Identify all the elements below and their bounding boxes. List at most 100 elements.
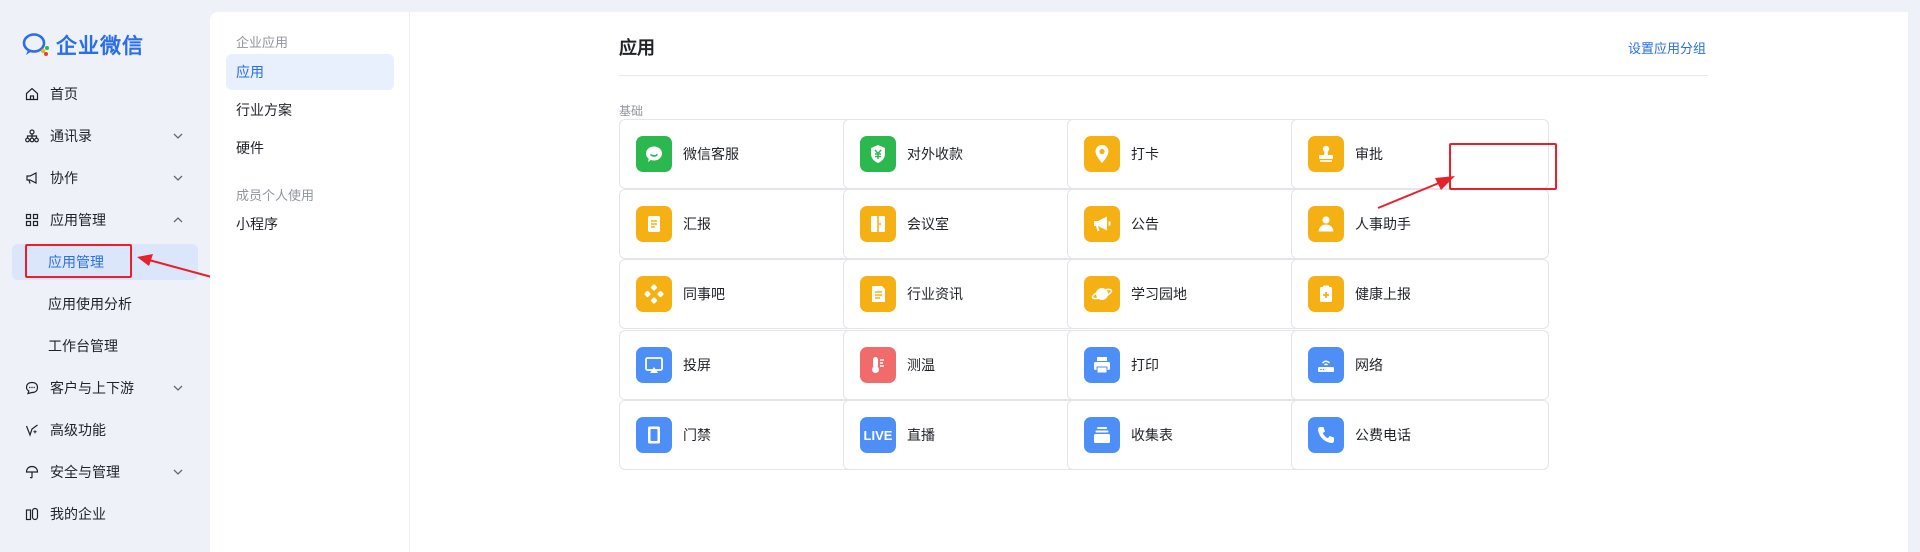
network-icon: [636, 276, 672, 312]
sidebar-item-my-company[interactable]: 我的企业: [12, 496, 198, 532]
app-card[interactable]: 打印: [1067, 330, 1325, 400]
sidebar-item-label: 通讯录: [50, 129, 92, 145]
sidebar-item-label: 安全与管理: [50, 465, 120, 481]
chevron-down-icon[interactable]: [172, 172, 184, 184]
panel-item-mini-programs[interactable]: 小程序: [226, 206, 394, 242]
app-name: 审批: [1355, 147, 1383, 163]
app-card[interactable]: 公费电话: [1291, 400, 1549, 470]
divider: [619, 75, 1708, 76]
sidebar: 企业微信 首页 通讯录 协作 应用管理 应用管理 应用使用分析 工作台管理 客户…: [0, 0, 220, 552]
stamp-icon: [1308, 136, 1344, 172]
location-pin-icon: [1084, 136, 1120, 172]
annotation-highlight-box: [25, 244, 132, 278]
app-name: 汇报: [683, 217, 711, 233]
chevron-up-icon[interactable]: [172, 214, 184, 226]
chevron-down-icon[interactable]: [172, 382, 184, 394]
printer-icon: [1084, 347, 1120, 383]
building-icon: [24, 506, 40, 522]
scrollbar-track[interactable]: [1908, 0, 1920, 552]
app-name: 投屏: [683, 358, 711, 374]
panel-item-label: 行业方案: [236, 103, 292, 119]
logo[interactable]: 企业微信: [22, 30, 144, 60]
sidebar-item-app-management[interactable]: 应用管理: [12, 202, 198, 238]
app-card[interactable]: 收集表: [1067, 400, 1325, 470]
sidebar-item-advanced[interactable]: 高级功能: [12, 412, 198, 448]
app-name: 健康上报: [1355, 287, 1411, 303]
door-icon: [860, 206, 896, 242]
app-name: 微信客服: [683, 147, 739, 163]
sidebar-item-label: 客户与上下游: [50, 381, 134, 397]
screencast-icon: [636, 347, 672, 383]
panel-group-label: 成员个人使用: [236, 189, 315, 204]
wechat-service-icon: [636, 136, 672, 172]
sidebar-subitem-workbench-management[interactable]: 工作台管理: [12, 328, 198, 364]
annotation-arrow: [137, 254, 220, 280]
app-card[interactable]: 微信客服: [619, 119, 877, 189]
app-name: 行业资讯: [907, 287, 963, 303]
app-name: 对外收款: [907, 147, 963, 163]
app-name: 会议室: [907, 217, 949, 233]
app-name: 打卡: [1131, 147, 1159, 163]
set-app-group-link[interactable]: 设置应用分组: [1628, 38, 1706, 57]
grid-icon: [24, 212, 40, 228]
health-clipboard-icon: [1308, 276, 1344, 312]
app-card[interactable]: 学习园地: [1067, 259, 1325, 329]
app-card[interactable]: 打卡: [1067, 119, 1325, 189]
annotation-highlight-box: [1449, 143, 1557, 190]
app-card[interactable]: 健康上报: [1291, 259, 1549, 329]
sidebar-item-collaboration[interactable]: 协作: [12, 160, 198, 196]
app-card[interactable]: 门禁: [619, 400, 877, 470]
sparkle-icon: [24, 422, 40, 438]
live-icon: LIVE: [860, 417, 896, 453]
sidebar-subitem-label: 应用使用分析: [48, 297, 132, 313]
megaphone-icon: [24, 170, 40, 186]
sidebar-item-home[interactable]: 首页: [12, 76, 198, 112]
sidebar-item-label: 我的企业: [50, 507, 106, 523]
sidebar-subitem-label: 工作台管理: [48, 339, 118, 355]
app-card[interactable]: 公告: [1067, 189, 1325, 259]
megaphone-icon: [1084, 206, 1120, 242]
app-name: 直播: [907, 428, 935, 444]
app-card[interactable]: 汇报: [619, 189, 877, 259]
app-card[interactable]: LIVE 直播: [843, 400, 1101, 470]
app-name: 同事吧: [683, 287, 725, 303]
app-name: 学习园地: [1131, 287, 1187, 303]
panel-item-label: 硬件: [236, 141, 264, 157]
report-icon: [636, 206, 672, 242]
sidebar-item-label: 协作: [50, 171, 78, 187]
router-icon: [1308, 347, 1344, 383]
org-chart-icon: [24, 128, 40, 144]
news-icon: [860, 276, 896, 312]
chevron-down-icon[interactable]: [172, 130, 184, 142]
app-card[interactable]: 行业资讯: [843, 259, 1101, 329]
app-card[interactable]: 网络: [1291, 330, 1549, 400]
app-name: 打印: [1131, 358, 1159, 374]
app-card[interactable]: 会议室: [843, 189, 1101, 259]
phone-icon: [1308, 417, 1344, 453]
brand-name: 企业微信: [56, 34, 144, 58]
sidebar-subitem-app-usage-analysis[interactable]: 应用使用分析: [12, 286, 198, 322]
sidebar-item-contacts[interactable]: 通讯录: [12, 118, 198, 154]
app-card[interactable]: 投屏: [619, 330, 877, 400]
panel-item-industry-solutions[interactable]: 行业方案: [226, 92, 394, 128]
app-card[interactable]: 同事吧: [619, 259, 877, 329]
sidebar-item-security[interactable]: 安全与管理: [12, 454, 198, 490]
thermometer-icon: [860, 347, 896, 383]
app-card[interactable]: 对外收款: [843, 119, 1101, 189]
wecom-logo-icon: [22, 32, 50, 58]
panel-group-label: 企业应用: [236, 36, 289, 51]
svg-text:LIVE: LIVE: [864, 428, 893, 442]
chat-bubble-icon: [24, 380, 40, 396]
panel-item-apps[interactable]: 应用: [226, 54, 394, 90]
app-name: 测温: [907, 358, 935, 374]
person-icon: [1308, 206, 1344, 242]
page-title: 应用: [619, 38, 655, 59]
chevron-down-icon[interactable]: [172, 466, 184, 478]
tray-icon: [1084, 417, 1120, 453]
planet-icon: [1084, 276, 1120, 312]
app-card[interactable]: 测温: [843, 330, 1101, 400]
annotation-arrow: [1377, 176, 1455, 209]
sidebar-item-customers[interactable]: 客户与上下游: [12, 370, 198, 406]
panel-item-hardware[interactable]: 硬件: [226, 130, 394, 166]
app-name: 网络: [1355, 358, 1383, 374]
